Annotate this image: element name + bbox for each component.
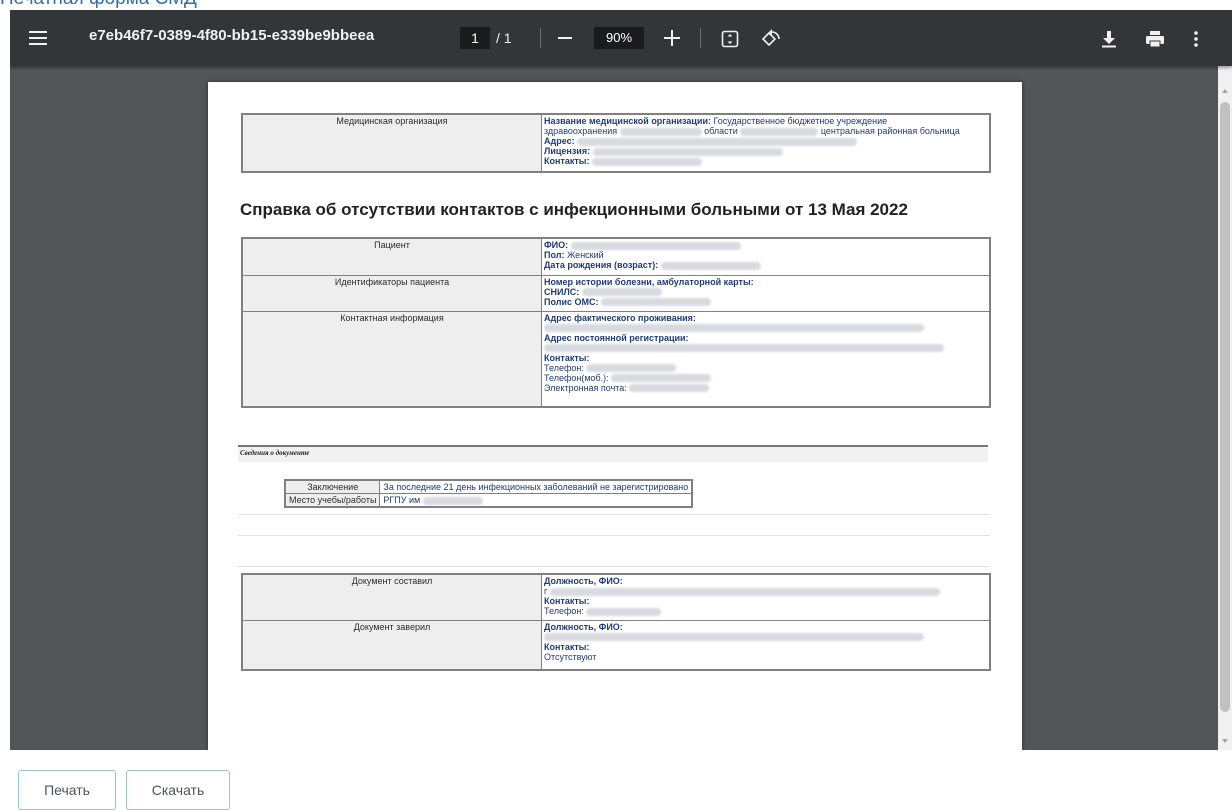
redacted-text [611, 374, 712, 383]
redacted-text [740, 127, 819, 136]
org-name-label: Название медицинской организации: [544, 116, 711, 126]
workplace-value-text: РГПУ им [383, 495, 421, 505]
organization-table: Медицинская организация Название медицин… [241, 113, 991, 173]
more-vertical-icon[interactable] [1193, 30, 1199, 53]
document-info-title: Сведения о документе [240, 449, 310, 457]
zoom-input[interactable]: 90% [594, 27, 644, 49]
patient-sex-label: Пол: [544, 250, 565, 260]
document-title: e7eb46f7-0389-4f80-bb15-e339be9bbeea [89, 27, 375, 44]
author-position-value: г [544, 586, 548, 596]
print-button[interactable]: Печать [18, 770, 116, 810]
redacted-text [544, 324, 924, 333]
menu-icon[interactable] [29, 28, 47, 48]
oms-label: Полис ОМС: [544, 296, 599, 307]
scroll-down-arrow-icon[interactable] [1222, 739, 1228, 743]
org-contacts-label: Контакты: [544, 156, 590, 166]
signatures-table: Документ составил Должность, ФИО: г Конт… [241, 573, 991, 671]
contact-info-details: Адрес фактического проживания: Адрес пос… [541, 310, 991, 408]
conclusion-value: За последние 21 день инфекционных заболе… [379, 479, 693, 494]
document-heading: Справка об отсутствии контактов с инфекц… [240, 200, 908, 219]
patient-details: ФИО: Пол: Женский Дата рождения (возраст… [541, 237, 991, 276]
document-info-section-header: Сведения о документе [238, 445, 988, 462]
snils-label: СНИЛС: [544, 286, 580, 297]
organization-details: Название медицинской организации: Госуда… [541, 113, 991, 173]
certifier-position-label: Должность, ФИО: [544, 621, 623, 632]
redacted-text [591, 157, 702, 166]
certifier-details: Должность, ФИО: Контакты: Отсутствуют [541, 619, 991, 671]
author-contacts-label: Контакты: [544, 596, 590, 606]
redacted-text [581, 288, 662, 297]
org-address-label: Адрес: [544, 136, 575, 146]
author-label: Документ составил [241, 573, 542, 621]
section-divider [238, 566, 990, 567]
pdf-viewer: e7eb46f7-0389-4f80-bb15-e339be9bbeea 1 /… [10, 10, 1232, 750]
dialog-title: Печатная форма СМД [0, 0, 197, 10]
redacted-text [577, 137, 858, 146]
reg-address-label: Адрес постоянной регистрации: [544, 332, 689, 343]
org-name-value-3: области [704, 126, 738, 136]
patient-label: Пациент [241, 237, 542, 276]
workplace-label: Место учебы/работы [284, 493, 381, 508]
identifiers-details: Номер истории болезни, амбулаторной карт… [541, 274, 991, 312]
redacted-text [544, 344, 944, 353]
redacted-text [586, 607, 662, 616]
redacted-text [592, 147, 783, 156]
author-position-label: Должность, ФИО: [544, 576, 623, 586]
section-divider [238, 535, 990, 536]
print-icon[interactable] [1145, 30, 1165, 53]
redacted-text [601, 298, 712, 307]
patient-dob-label: Дата рождения (возраст): [544, 260, 659, 270]
contact-info-label: Контактная информация [241, 310, 542, 408]
author-phone-label: Телефон: [544, 606, 584, 616]
redacted-text [570, 241, 741, 250]
pdf-toolbar: e7eb46f7-0389-4f80-bb15-e339be9bbeea 1 /… [10, 10, 1232, 66]
history-number-label: Номер истории болезни, амбулаторной карт… [544, 276, 754, 287]
conclusion-label: Заключение [284, 479, 381, 494]
patient-sex-value: Женский [566, 250, 604, 260]
toolbar-divider [700, 28, 701, 48]
mobile-phone-label: Телефон(моб.): [544, 372, 609, 383]
download-button[interactable]: Скачать [126, 770, 230, 810]
certifier-contacts-value: Отсутствуют [544, 651, 597, 662]
redacted-text [660, 261, 761, 270]
email-label: Электронная почта: [544, 382, 627, 393]
actual-address-label: Адрес фактического проживания: [544, 312, 696, 323]
page-number-input[interactable]: 1 [460, 27, 490, 49]
redacted-text [619, 127, 702, 136]
zoom-out-icon[interactable] [558, 37, 572, 39]
scroll-up-arrow-icon[interactable] [1222, 89, 1228, 93]
toolbar-divider [540, 28, 541, 48]
conclusion-table: Заключение За последние 21 день инфекцио… [284, 479, 694, 508]
certifier-label: Документ заверил [241, 619, 542, 671]
redacted-text [422, 496, 483, 505]
patient-table: Пациент ФИО: Пол: Женский Дата рождения … [241, 237, 991, 408]
author-details: Должность, ФИО: г Контакты: Телефон: [541, 573, 991, 621]
scrollbar-thumb[interactable] [1220, 102, 1230, 712]
section-divider [238, 514, 990, 515]
pdf-page: Медицинская организация Название медицин… [208, 82, 1022, 750]
page-count: / 1 [496, 30, 512, 46]
fit-to-page-icon[interactable] [721, 30, 739, 53]
zoom-in-icon[interactable] [664, 30, 680, 46]
download-icon[interactable] [1101, 30, 1117, 53]
org-name-value-2: здравоохранения [544, 126, 618, 136]
redacted-text [586, 364, 677, 373]
redacted-text [629, 384, 710, 393]
contacts-label: Контакты: [544, 352, 590, 363]
workplace-value: РГПУ им [379, 493, 693, 508]
vertical-scrollbar[interactable] [1218, 66, 1232, 750]
rotate-icon[interactable] [760, 28, 782, 55]
redacted-text [544, 633, 924, 642]
organization-label: Медицинская организация [241, 113, 542, 173]
phone-label: Телефон: [544, 362, 584, 373]
certifier-contacts-label: Контакты: [544, 641, 590, 652]
patient-fio-label: ФИО: [544, 240, 569, 250]
org-name-value-4: центральная районная больница [820, 126, 960, 136]
identifiers-label: Идентификаторы пациента [241, 274, 542, 312]
redacted-text [549, 587, 940, 596]
org-name-value: Государственное бюджетное учреждение [713, 116, 888, 126]
org-license-label: Лицензия: [544, 146, 591, 156]
